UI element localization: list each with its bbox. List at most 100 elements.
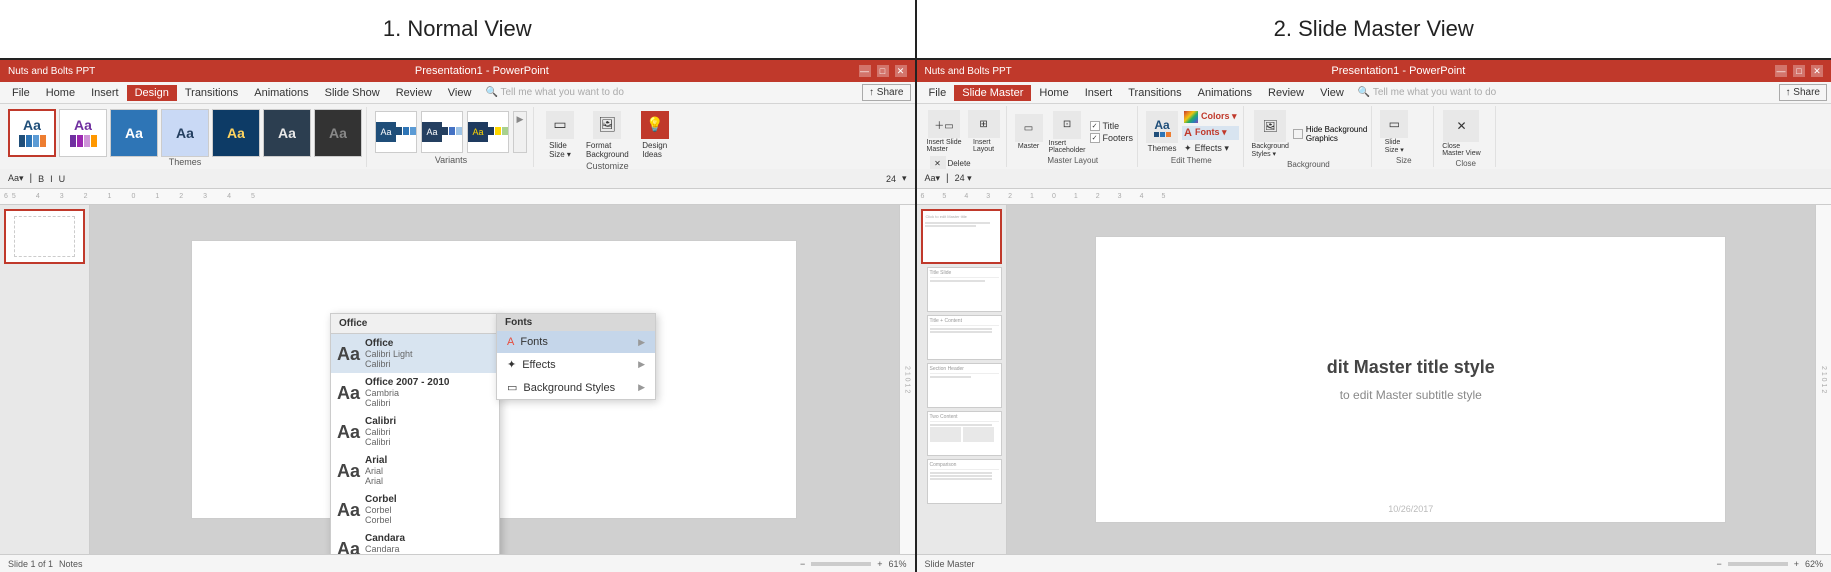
hide-background-checkbox[interactable]: Hide BackgroundGraphics [1293,125,1367,143]
sm-zoom-out-btn[interactable]: − [1716,559,1721,569]
notes-btn-left[interactable]: Notes [59,559,83,569]
insert-slide-master-icon: ＋▭ [928,110,960,138]
variant-colors[interactable]: ▶ [513,111,527,153]
sm-layout-thumb-4[interactable]: Two Content [927,411,1002,456]
submenu-fonts-item[interactable]: A Fonts ▶ [497,331,655,353]
theme-items-row: Aa Aa [8,109,362,157]
font-item-corbel[interactable]: Aa Corbel Corbel Corbel [331,490,499,529]
sm-tab-transitions[interactable]: Transitions [1120,85,1189,101]
sm-zoom-level: 62% [1805,559,1823,569]
tab-design-left[interactable]: Design [127,85,177,101]
background-styles-btn[interactable]: 🖼 BackgroundStyles ▾ [1250,108,1291,160]
variant-2[interactable]: Aa [421,111,463,153]
zoom-in-btn-left[interactable]: + [877,559,882,569]
footers-checkbox[interactable]: ✓ Footers [1090,133,1134,143]
tab-review-left[interactable]: Review [388,85,440,101]
colors-icon-sm [1184,111,1198,123]
effects-btn-sm[interactable]: ✦ Effects ▾ [1182,142,1239,155]
close-btn-left[interactable]: ✕ [895,65,907,77]
sm-layout-thumb-5[interactable]: Comparison [927,459,1002,504]
footers-checkbox-box: ✓ [1090,133,1100,143]
title-checkbox-box: ✓ [1090,121,1100,131]
sm-tab-animations[interactable]: Animations [1190,85,1260,101]
font-item-candara[interactable]: Aa Candara Candara Candara [331,529,499,554]
tab-insert-left[interactable]: Insert [83,85,127,101]
font-item-arial[interactable]: Aa Arial Arial Arial [331,451,499,490]
design-ideas-btn[interactable]: 💡 DesignIdeas [637,109,673,161]
slide-size-btn[interactable]: ▭ SlideSize ▾ [542,109,578,161]
sm-master-title[interactable]: dit Master title style [1327,357,1495,378]
format-background-btn[interactable]: 🖼 FormatBackground [582,109,633,161]
share-btn-left[interactable]: ↑ Share [862,84,910,101]
zoom-slider-left[interactable] [811,562,871,566]
main-content: Nuts and Bolts PPT Presentation1 - Power… [0,60,1831,572]
slide-size-btn-sm[interactable]: ▭ SlideSize ▾ [1378,108,1410,156]
close-btn-right[interactable]: ✕ [1811,65,1823,77]
colors-btn-sm[interactable]: Colors ▾ [1182,110,1239,124]
fonts-icon-sm: A [1184,127,1192,139]
edit-master-group: ＋▭ Insert SlideMaster ⊞ InsertLayout ✕ D… [921,106,1007,167]
font-item-office2007[interactable]: Aa Office 2007 - 2010 Cambria Calibri [331,373,499,412]
sm-share-btn[interactable]: ↑ Share [1779,84,1827,101]
zoom-out-btn-left[interactable]: − [800,559,805,569]
sm-master-subtitle[interactable]: to edit Master subtitle style [1340,388,1482,402]
master-icon: ▭ [1015,114,1043,142]
size-label-sm: Size [1378,156,1429,165]
colors-fonts-group: Colors ▾ A Fonts ▾ ✦ Effects ▾ [1182,110,1239,155]
sm-layout-thumb-2[interactable]: Title + Content [927,315,1002,360]
variant-3[interactable]: Aa [467,111,509,153]
theme-2[interactable]: Aa [59,109,107,157]
tab-animations-left[interactable]: Animations [246,85,316,101]
slide-size-icon: ▭ [546,111,574,139]
sm-layout-thumb-1[interactable]: Title Slide [927,267,1002,312]
themes-btn-sm[interactable]: Aa Themes [1144,109,1180,155]
tab-slideshow-left[interactable]: Slide Show [317,85,388,101]
sm-tab-insert[interactable]: Insert [1077,85,1121,101]
minimize-btn-right[interactable]: — [1775,65,1787,77]
insert-slide-master-btn[interactable]: ＋▭ Insert SlideMaster [925,108,964,155]
sm-tab-slidemaster[interactable]: Slide Master [954,85,1031,101]
maximize-btn-left[interactable]: □ [877,65,889,77]
close-btns-sm: ✕ CloseMaster View [1440,108,1491,159]
maximize-btn-right[interactable]: □ [1793,65,1805,77]
sm-tab-view[interactable]: View [1312,85,1352,101]
tab-transitions-left[interactable]: Transitions [177,85,246,101]
theme-3[interactable]: Aa [110,109,158,157]
sm-tab-file[interactable]: File [921,85,955,101]
theme-5[interactable]: Aa [212,109,260,157]
variant-1[interactable]: Aa [375,111,417,153]
tab-view-left[interactable]: View [440,85,480,101]
ruler-marks-right: 6 5 4 3 2 1 0 1 2 3 4 5 [921,193,1828,200]
sm-tab-review[interactable]: Review [1260,85,1312,101]
close-master-view-btn[interactable]: ✕ CloseMaster View [1440,108,1482,159]
sm-tab-home[interactable]: Home [1031,85,1076,101]
sm-layout-thumb-3[interactable]: Section Header [927,363,1002,408]
ribbon-search-left[interactable]: 🔍 Tell me what you want to do [479,86,862,99]
insert-layout-btn[interactable]: ⊞ InsertLayout [966,108,1002,155]
sm-slide-master-thumb[interactable]: Click to edit Master title [921,209,1002,264]
sm-zoom-slider[interactable] [1728,562,1788,566]
font-item-office[interactable]: Aa Office Calibri Light Calibri [331,334,499,373]
tab-file-left[interactable]: File [4,85,38,101]
title-checkbox[interactable]: ✓ Title [1090,121,1134,131]
slide-size-icon-sm: ▭ [1380,110,1408,138]
sm-ribbon-tabs-right: File Slide Master Home Insert Transition… [917,82,1831,104]
title-checkbox-label: Title [1103,121,1120,131]
delete-btn[interactable]: ✕ Delete [929,155,1002,169]
slide-thumb-1[interactable] [4,209,85,264]
master-btn[interactable]: ▭ Master [1013,112,1045,152]
theme-4[interactable]: Aa [161,109,209,157]
sm-zoom-in-btn[interactable]: + [1794,559,1799,569]
theme-6[interactable]: Aa [263,109,311,157]
fonts-btn-sm[interactable]: A Fonts ▾ [1182,126,1239,140]
sm-search[interactable]: 🔍 Tell me what you want to do [1352,87,1779,98]
theme-office[interactable]: Aa [8,109,56,157]
insert-layout-icon: ⊞ [968,110,1000,138]
submenu-effects-item[interactable]: ✦ Effects ▶ [497,353,655,376]
submenu-bgstyles-item[interactable]: ▭ Background Styles ▶ [497,376,655,399]
font-item-calibri[interactable]: Aa Calibri Calibri Calibri [331,412,499,451]
tab-home-left[interactable]: Home [38,85,83,101]
theme-dark[interactable]: Aa [314,109,362,157]
insert-placeholder-btn[interactable]: ⊡ InsertPlaceholder [1047,109,1088,156]
minimize-btn-left[interactable]: — [859,65,871,77]
